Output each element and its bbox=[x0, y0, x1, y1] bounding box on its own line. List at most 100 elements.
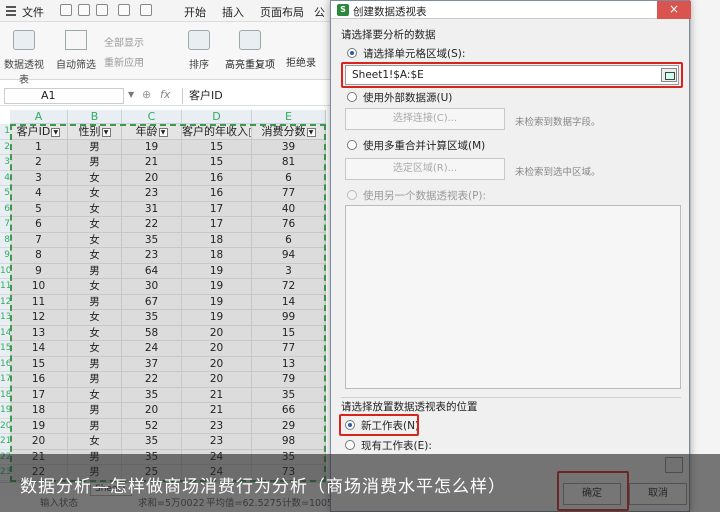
row-number[interactable]: 16 bbox=[0, 356, 10, 372]
radio-existing-sheet-label[interactable]: 现有工作表(E): bbox=[361, 438, 432, 453]
table-cell[interactable]: 20 bbox=[122, 403, 182, 419]
table-cell[interactable]: 12 bbox=[10, 310, 68, 326]
highlight-duplicates-button[interactable]: 高亮重复项 bbox=[222, 30, 278, 71]
table-cell[interactable]: 女 bbox=[68, 248, 122, 264]
table-cell[interactable]: 男 bbox=[68, 155, 122, 171]
table-cell[interactable]: 20 bbox=[182, 341, 252, 357]
filter-dropdown-icon[interactable]: ▼ bbox=[306, 127, 316, 137]
select-region-button[interactable]: 选定区域(R)... bbox=[345, 158, 505, 180]
table-cell[interactable]: 19 bbox=[182, 279, 252, 295]
table-cell[interactable]: 2 bbox=[10, 155, 68, 171]
preview-icon[interactable] bbox=[96, 4, 108, 16]
table-cell[interactable]: 17 bbox=[10, 387, 68, 403]
table-cell[interactable]: 35 bbox=[122, 232, 182, 248]
table-cell[interactable]: 20 bbox=[122, 170, 182, 186]
table-cell[interactable]: 男 bbox=[68, 418, 122, 434]
table-cell[interactable]: 女 bbox=[68, 279, 122, 295]
tab-home[interactable]: 开始 bbox=[184, 4, 206, 20]
name-box[interactable]: A1 bbox=[4, 88, 124, 104]
table-cell[interactable]: 35 bbox=[122, 387, 182, 403]
table-cell[interactable]: 19 bbox=[182, 263, 252, 279]
undo-icon[interactable] bbox=[118, 4, 130, 16]
table-cell[interactable]: 16 bbox=[182, 186, 252, 202]
row-number[interactable]: 21 bbox=[0, 434, 10, 450]
choose-connection-button[interactable]: 选择连接(C)... bbox=[345, 108, 505, 130]
table-cell[interactable]: 女 bbox=[68, 341, 122, 357]
reapply-button[interactable]: 重新应用 bbox=[104, 54, 144, 69]
table-cell[interactable]: 40 bbox=[252, 201, 326, 217]
table-cell[interactable]: 女 bbox=[68, 387, 122, 403]
table-cell[interactable]: 20 bbox=[10, 434, 68, 450]
row-number[interactable]: 23 bbox=[0, 465, 10, 481]
table-cell[interactable]: 女 bbox=[68, 170, 122, 186]
table-cell[interactable]: 5 bbox=[10, 201, 68, 217]
table-cell[interactable]: 20 bbox=[182, 356, 252, 372]
table-cell[interactable]: 35 bbox=[122, 434, 182, 450]
column-header-d[interactable]: D bbox=[182, 110, 252, 124]
row-number[interactable]: 22 bbox=[0, 449, 10, 465]
table-cell[interactable]: 9 bbox=[10, 263, 68, 279]
header-cell[interactable]: 性别 ▼ bbox=[68, 124, 122, 140]
row-number[interactable]: 1 bbox=[0, 124, 10, 140]
table-cell[interactable]: 4 bbox=[10, 186, 68, 202]
table-cell[interactable]: 18 bbox=[182, 248, 252, 264]
table-cell[interactable]: 79 bbox=[252, 372, 326, 388]
table-cell[interactable]: 30 bbox=[122, 279, 182, 295]
table-cell[interactable]: 52 bbox=[122, 418, 182, 434]
table-cell[interactable]: 19 bbox=[182, 310, 252, 326]
column-header-b[interactable]: B bbox=[68, 110, 122, 124]
radio-select-range-label[interactable]: 请选择单元格区域(S): bbox=[363, 46, 465, 61]
table-cell[interactable]: 15 bbox=[182, 155, 252, 171]
header-cell[interactable]: 年龄 ▼ bbox=[122, 124, 182, 140]
radio-existing-sheet[interactable] bbox=[345, 440, 355, 450]
table-cell[interactable]: 21 bbox=[10, 449, 68, 465]
table-cell[interactable]: 66 bbox=[252, 403, 326, 419]
table-cell[interactable]: 99 bbox=[252, 310, 326, 326]
table-cell[interactable]: 24 bbox=[182, 449, 252, 465]
table-cell[interactable]: 13 bbox=[252, 356, 326, 372]
table-cell[interactable]: 16 bbox=[182, 170, 252, 186]
close-icon[interactable]: × bbox=[657, 1, 691, 19]
pivot-table-button[interactable]: 数据透视表 bbox=[2, 30, 46, 86]
table-cell[interactable]: 37 bbox=[122, 356, 182, 372]
tab-formulas[interactable]: 公 bbox=[314, 4, 325, 20]
radio-external-source[interactable] bbox=[347, 92, 357, 102]
row-number[interactable]: 2 bbox=[0, 139, 10, 155]
table-cell[interactable]: 25 bbox=[122, 465, 182, 481]
sheet-tab[interactable]: Sheet1 bbox=[90, 483, 132, 496]
table-cell[interactable]: 22 bbox=[10, 465, 68, 481]
table-cell[interactable]: 67 bbox=[122, 294, 182, 310]
row-number[interactable]: 9 bbox=[0, 248, 10, 264]
table-cell[interactable]: 1 bbox=[10, 139, 68, 155]
radio-new-sheet-label[interactable]: 新工作表(N) bbox=[361, 418, 419, 433]
save-icon[interactable] bbox=[60, 4, 72, 16]
table-cell[interactable]: 男 bbox=[68, 139, 122, 155]
table-cell[interactable]: 10 bbox=[10, 279, 68, 295]
table-cell[interactable]: 73 bbox=[252, 465, 326, 481]
table-cell[interactable]: 15 bbox=[182, 139, 252, 155]
table-cell[interactable]: 77 bbox=[252, 186, 326, 202]
table-cell[interactable]: 6 bbox=[252, 232, 326, 248]
table-cell[interactable]: 81 bbox=[252, 155, 326, 171]
table-cell[interactable]: 21 bbox=[182, 403, 252, 419]
table-cell[interactable]: 23 bbox=[122, 248, 182, 264]
row-number[interactable]: 15 bbox=[0, 341, 10, 357]
formula-input[interactable]: 客户ID bbox=[182, 88, 332, 104]
table-cell[interactable]: 女 bbox=[68, 434, 122, 450]
table-cell[interactable]: 76 bbox=[252, 217, 326, 233]
table-cell[interactable]: 35 bbox=[252, 449, 326, 465]
table-cell[interactable]: 男 bbox=[68, 263, 122, 279]
table-cell[interactable]: 男 bbox=[68, 372, 122, 388]
table-cell[interactable]: 29 bbox=[252, 418, 326, 434]
row-number[interactable]: 6 bbox=[0, 201, 10, 217]
row-number[interactable]: 10 bbox=[0, 263, 10, 279]
row-number[interactable]: 7 bbox=[0, 217, 10, 233]
row-number[interactable]: 12 bbox=[0, 294, 10, 310]
row-number[interactable]: 14 bbox=[0, 325, 10, 341]
table-cell[interactable]: 男 bbox=[68, 403, 122, 419]
radio-multiple-ranges-label[interactable]: 使用多重合并计算区域(M) bbox=[363, 138, 485, 153]
range-input[interactable]: Sheet1!$A:$E bbox=[345, 65, 679, 85]
table-cell[interactable]: 男 bbox=[68, 294, 122, 310]
table-cell[interactable]: 14 bbox=[10, 341, 68, 357]
table-cell[interactable]: 18 bbox=[10, 403, 68, 419]
